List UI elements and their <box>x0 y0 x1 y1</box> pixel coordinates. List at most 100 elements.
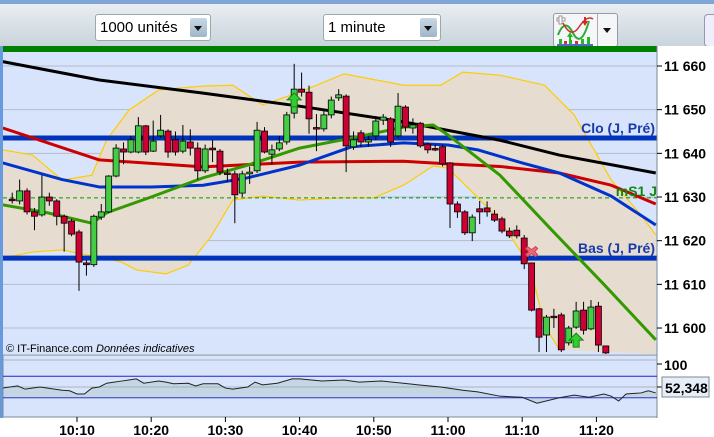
price-chart[interactable]: Clo (J, Pré) Bas (J, Pré) mS1 J © IT-Fin… <box>0 0 714 437</box>
candle-body <box>446 162 454 205</box>
candle <box>498 216 506 234</box>
time-tick-label: 11:00 <box>430 422 465 437</box>
candle-body <box>194 147 202 172</box>
candle <box>520 235 528 270</box>
candle-body <box>468 216 476 234</box>
candle-body <box>409 124 417 129</box>
candle-body <box>364 139 372 143</box>
candle <box>201 144 209 173</box>
candle-body <box>90 215 98 266</box>
price-tick-label: 11 620 <box>664 233 706 249</box>
candle-body <box>97 211 105 218</box>
candle-body <box>387 118 395 143</box>
candle-body <box>172 139 179 153</box>
level-label-close-prev: Clo (J, Pré) <box>581 120 655 136</box>
candle-body <box>201 148 209 172</box>
candle-body <box>142 125 150 153</box>
candle-body <box>557 314 565 351</box>
candle-body <box>68 220 75 235</box>
candle-body <box>83 262 90 266</box>
candle-body <box>513 229 521 237</box>
candle <box>216 148 224 176</box>
candle-body <box>313 127 320 130</box>
candle <box>327 96 335 119</box>
candle-body <box>572 310 580 328</box>
candle-body <box>335 94 343 99</box>
candle-body <box>231 173 239 196</box>
top-green-bar <box>3 46 657 52</box>
price-tick-label: 11 640 <box>664 145 706 161</box>
time-tick-label: 10:50 <box>356 422 392 437</box>
candle-body <box>134 125 142 153</box>
candle <box>602 345 610 354</box>
candle-body <box>543 316 550 336</box>
candle <box>68 218 75 237</box>
candle-body <box>483 207 491 213</box>
level-label-low-prev: Bas (J, Pré) <box>578 240 655 256</box>
candle <box>595 301 602 353</box>
candle-body <box>209 147 216 151</box>
candle-body <box>179 140 187 152</box>
candle-body <box>16 190 24 202</box>
candle <box>23 188 31 215</box>
candle-body <box>186 141 194 149</box>
candle-body <box>580 309 587 331</box>
candle-body <box>416 122 424 147</box>
candle-body <box>105 175 113 213</box>
time-tick-label: 10:40 <box>282 422 318 437</box>
candle <box>557 312 565 353</box>
candle-body <box>379 116 387 121</box>
price-tick-label: 11 630 <box>664 189 706 205</box>
candle-body <box>424 143 432 151</box>
candle-body <box>223 172 231 175</box>
candle <box>105 175 113 214</box>
level-label-ms1: mS1 J <box>616 183 657 199</box>
price-tick-label: 11 650 <box>664 102 706 118</box>
candle-body <box>60 215 68 224</box>
candle-body <box>535 308 543 338</box>
candle-body <box>53 200 61 217</box>
candle-body <box>157 129 165 137</box>
candle-body <box>8 198 16 202</box>
candle-body <box>127 139 135 153</box>
candle-body <box>476 208 484 213</box>
candle-body <box>372 120 380 137</box>
candle-body <box>149 140 157 152</box>
candle-body <box>505 230 513 237</box>
candle-body <box>216 150 224 173</box>
candle-body <box>461 211 469 234</box>
time-tick-label: 10:30 <box>207 422 243 437</box>
candle-body <box>305 91 313 120</box>
candle <box>261 127 268 154</box>
candle-body <box>439 146 446 165</box>
candle <box>142 124 150 156</box>
time-tick-label: 10:20 <box>133 422 169 437</box>
candle-body <box>238 173 246 194</box>
candle-body <box>520 237 528 265</box>
candle-body <box>38 196 46 216</box>
candle-body <box>342 95 350 147</box>
candle-body <box>23 190 31 213</box>
candle-body <box>602 345 610 354</box>
time-tick-label: 11:10 <box>505 422 540 437</box>
candle-body <box>320 114 328 130</box>
time-tick-label: 10:10 <box>59 422 95 437</box>
candle-body <box>350 139 357 148</box>
candle-body <box>120 148 127 153</box>
time-tick-label: 11:20 <box>579 422 614 437</box>
candle <box>565 325 573 346</box>
candle-body <box>45 196 53 202</box>
candle-body <box>491 213 498 221</box>
oscillator-current-value: 52,348 <box>665 380 708 396</box>
candle <box>416 121 424 148</box>
candle-body <box>246 171 254 175</box>
candle-body <box>275 142 283 150</box>
candle-body <box>75 231 83 263</box>
candle <box>90 214 98 267</box>
oscillator-top-label: 100 <box>664 357 688 373</box>
candle-body <box>454 203 461 213</box>
candle-body <box>550 315 558 319</box>
candle-body <box>394 105 402 137</box>
candle-body <box>327 99 335 116</box>
candle-body <box>357 132 365 143</box>
